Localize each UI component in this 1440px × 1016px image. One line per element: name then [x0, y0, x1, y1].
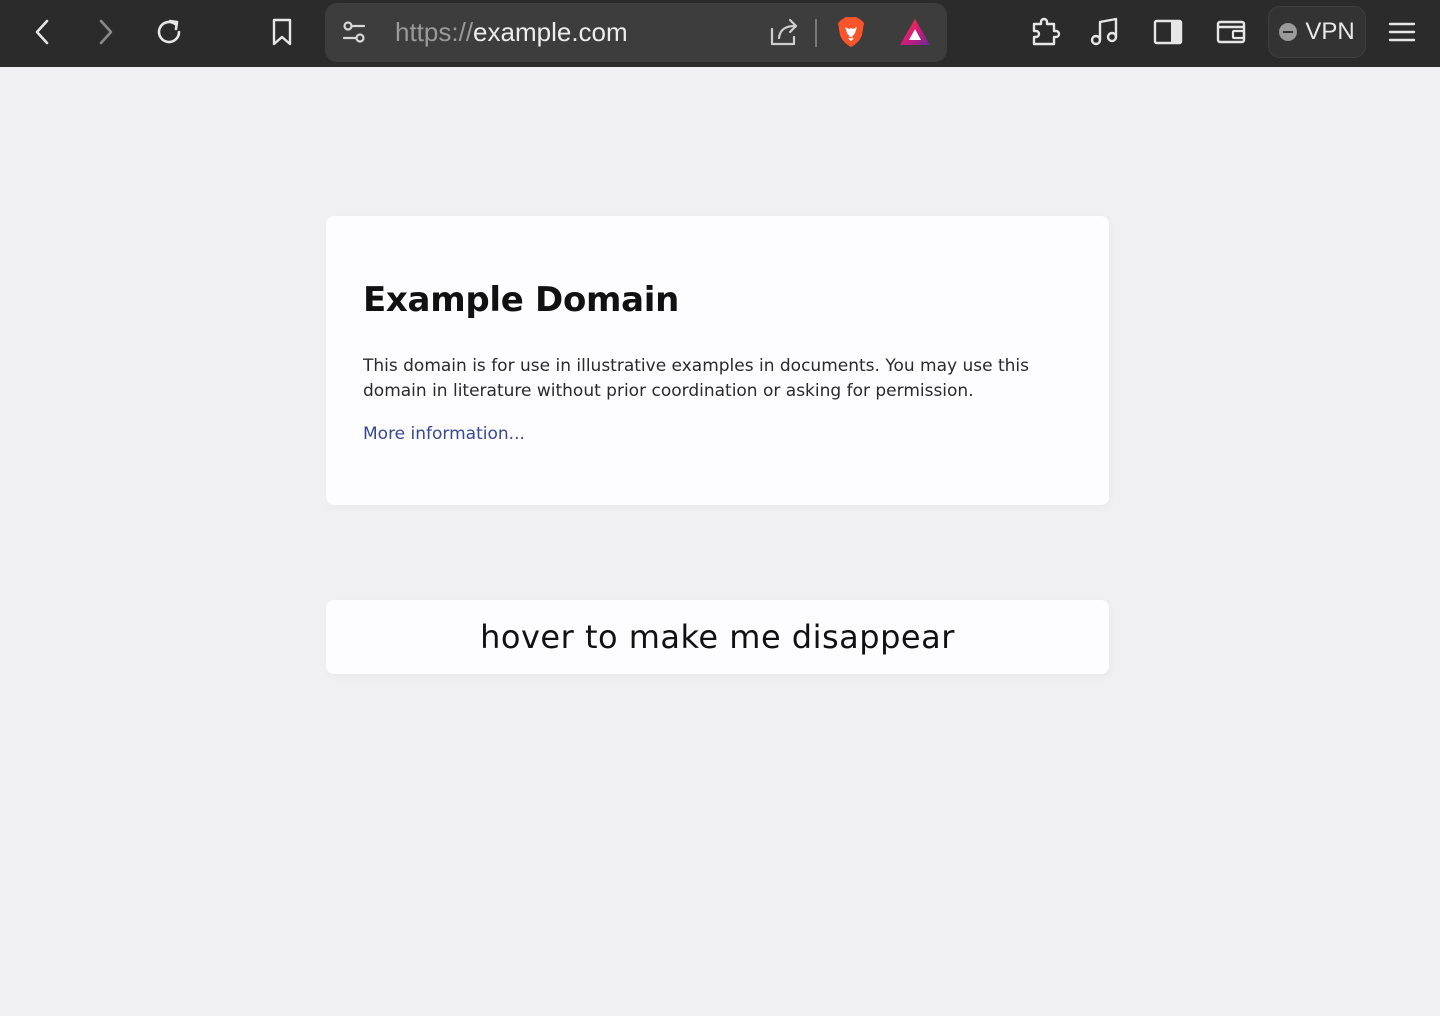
brave-shields-button[interactable]	[829, 10, 873, 54]
reload-button[interactable]	[147, 10, 191, 54]
hover-box-text: hover to make me disappear	[480, 618, 955, 656]
chevron-left-icon	[35, 19, 49, 45]
wallet-button[interactable]	[1209, 10, 1253, 54]
main-menu-button[interactable]	[1380, 10, 1424, 54]
hamburger-menu-icon	[1388, 22, 1416, 42]
bookmark-icon	[272, 18, 292, 46]
sidebar-icon	[1153, 19, 1183, 45]
brave-lion-icon	[838, 17, 864, 47]
page-description: This domain is for use in illustrative e…	[363, 356, 1029, 401]
back-button[interactable]	[21, 10, 65, 54]
sidebar-button[interactable]	[1146, 10, 1190, 54]
site-settings-button[interactable]	[332, 10, 376, 54]
vpn-label: VPN	[1305, 18, 1355, 45]
forward-button[interactable]	[83, 10, 127, 54]
hover-disappear-box[interactable]: hover to make me disappear	[326, 600, 1109, 674]
url-host: example.com	[473, 17, 628, 47]
address-bar[interactable]: https://example.com	[325, 3, 947, 62]
url-text[interactable]: https://example.com	[395, 3, 628, 62]
url-scheme: https://	[395, 17, 474, 47]
chevron-right-icon	[99, 19, 113, 45]
reload-icon	[157, 19, 181, 44]
share-icon	[770, 18, 798, 46]
sliders-icon	[342, 21, 366, 43]
url-divider	[815, 19, 817, 47]
page-title: Example Domain	[363, 280, 680, 320]
music-note-icon	[1090, 17, 1118, 46]
vpn-button[interactable]: VPN	[1268, 6, 1366, 58]
extensions-button[interactable]	[1023, 10, 1067, 54]
browser-toolbar: https://example.com VPN	[0, 0, 1440, 67]
wallet-icon	[1216, 20, 1246, 44]
share-button[interactable]	[762, 10, 806, 54]
media-button[interactable]	[1083, 10, 1127, 54]
vpn-status-icon	[1279, 23, 1298, 41]
brave-rewards-button[interactable]	[893, 10, 937, 54]
bookmark-button[interactable]	[260, 10, 304, 54]
puzzle-piece-icon	[1032, 17, 1061, 46]
brave-rewards-triangle-icon	[900, 19, 930, 45]
content-card: Example Domain This domain is for use in…	[326, 216, 1109, 505]
more-information-link[interactable]: More information...	[363, 424, 525, 444]
